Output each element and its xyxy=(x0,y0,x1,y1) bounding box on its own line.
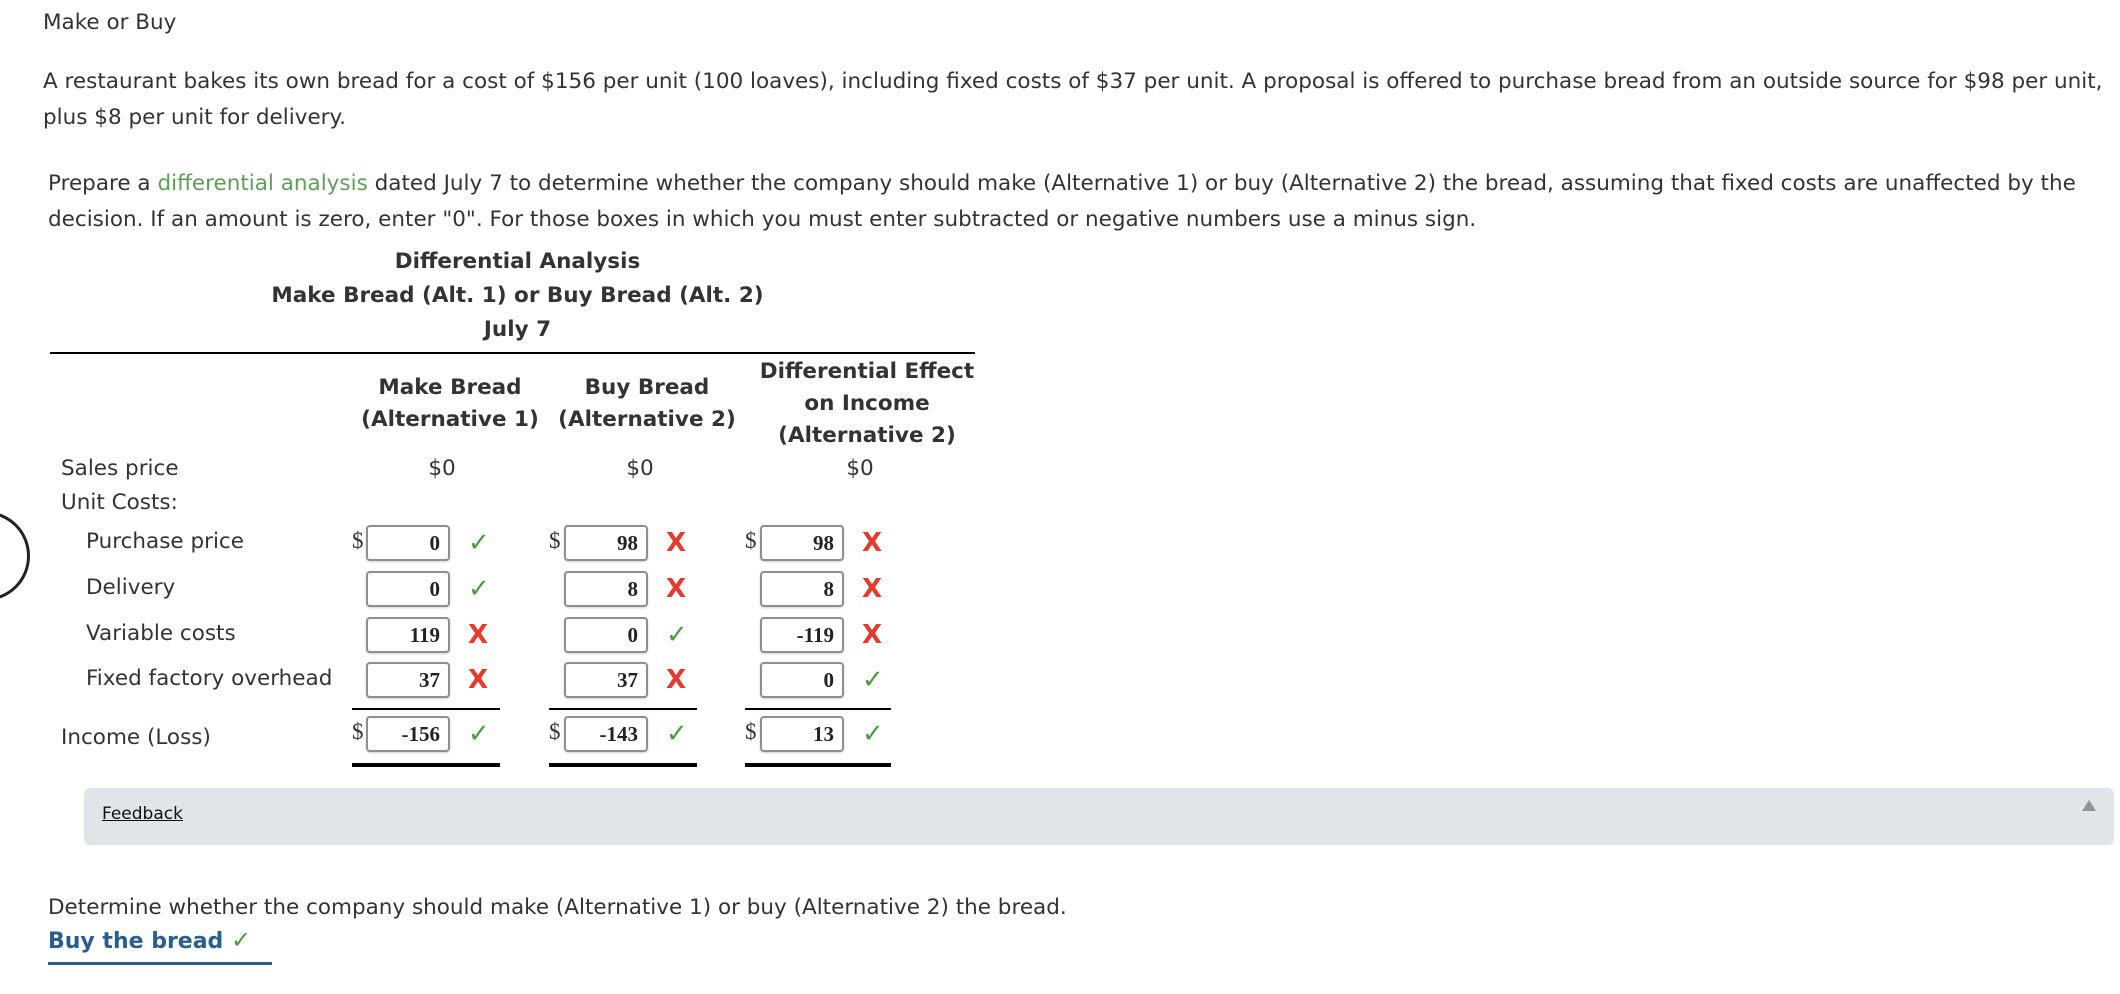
dollar-sign: $ xyxy=(549,528,561,553)
column-header-diff-line1: Differential Effect xyxy=(759,359,975,384)
input-diff[interactable]: -119 xyxy=(760,617,844,653)
income-input-diff[interactable]: 13 xyxy=(760,716,844,752)
input-diff[interactable]: 98 xyxy=(760,525,844,561)
page-title: Make or Buy xyxy=(43,10,177,35)
check-icon: ✓ xyxy=(862,665,884,695)
partial-circle-graphic xyxy=(0,511,30,601)
table-subheading: Make Bread (Alt. 1) or Buy Bread (Alt. 2… xyxy=(271,283,764,308)
decision-answer-underline xyxy=(48,962,272,965)
dollar-sign: $ xyxy=(745,719,757,744)
instructions: Prepare a differential analysis dated Ju… xyxy=(48,166,2108,238)
instructions-prefix: Prepare a xyxy=(48,171,158,196)
check-icon: ✓ xyxy=(468,719,490,749)
column-header-buy-line2: (Alternative 2) xyxy=(558,407,736,432)
x-icon: X xyxy=(666,574,687,604)
x-icon: X xyxy=(862,620,883,650)
total-rule-diff xyxy=(745,763,891,767)
problem-text: A restaurant bakes its own bread for a c… xyxy=(43,69,2103,130)
column-header-buy-line1: Buy Bread xyxy=(584,375,710,400)
subtotal-rule-make xyxy=(352,708,500,710)
input-make[interactable]: 0 xyxy=(366,525,450,561)
input-buy[interactable]: 37 xyxy=(564,662,648,698)
table-date: July 7 xyxy=(483,317,552,342)
subtotal-rule-diff xyxy=(745,708,891,710)
column-header-make: Make Bread (Alternative 1) xyxy=(350,372,550,436)
row-label: Delivery xyxy=(86,575,176,600)
row-label: Purchase price xyxy=(86,529,244,554)
differential-analysis-link[interactable]: differential analysis xyxy=(157,171,367,196)
check-icon: ✓ xyxy=(230,926,252,954)
income-input-make[interactable]: -156 xyxy=(366,716,450,752)
check-icon: ✓ xyxy=(666,620,688,650)
dollar-sign: $ xyxy=(352,719,364,744)
decision-question: Determine whether the company should mak… xyxy=(48,895,1067,920)
check-icon: ✓ xyxy=(862,719,884,749)
x-icon: X xyxy=(666,665,687,695)
sales-price-buy: $0 xyxy=(626,456,654,481)
decision-answer[interactable]: Buy the bread ✓ xyxy=(48,926,251,954)
sales-price-diff: $0 xyxy=(846,456,874,481)
input-make[interactable]: 0 xyxy=(366,571,450,607)
column-header-make-line1: Make Bread xyxy=(378,375,522,400)
triangle-up-icon[interactable] xyxy=(2082,800,2096,811)
income-input-buy[interactable]: -143 xyxy=(564,716,648,752)
row-label: Variable costs xyxy=(86,621,236,646)
input-make[interactable]: 119 xyxy=(366,617,450,653)
x-icon: X xyxy=(862,528,883,558)
input-diff[interactable]: 8 xyxy=(760,571,844,607)
x-icon: X xyxy=(468,665,489,695)
subtotal-rule-buy xyxy=(549,708,697,710)
column-header-differential: Differential Effect on Income (Alternati… xyxy=(752,356,982,452)
column-header-make-line2: (Alternative 1) xyxy=(361,407,539,432)
table-heading: Differential Analysis xyxy=(394,249,641,274)
x-icon: X xyxy=(666,528,687,558)
row-label-unit-costs: Unit Costs: xyxy=(61,490,178,515)
check-icon: ✓ xyxy=(468,528,490,558)
dollar-sign: $ xyxy=(745,528,757,553)
feedback-panel: Feedback xyxy=(84,788,2114,845)
row-label-income: Income (Loss) xyxy=(61,725,211,750)
table-top-rule xyxy=(50,352,975,354)
check-icon: ✓ xyxy=(666,719,688,749)
input-diff[interactable]: 0 xyxy=(760,662,844,698)
column-header-diff-line3: (Alternative 2) xyxy=(778,423,956,448)
input-buy[interactable]: 8 xyxy=(564,571,648,607)
total-rule-make xyxy=(352,763,500,767)
row-label: Fixed factory overhead xyxy=(86,666,333,691)
check-icon: ✓ xyxy=(468,574,490,604)
total-rule-buy xyxy=(549,763,697,767)
feedback-link[interactable]: Feedback xyxy=(102,804,183,824)
dollar-sign: $ xyxy=(549,719,561,744)
input-make[interactable]: 37 xyxy=(366,662,450,698)
sales-price-make: $0 xyxy=(428,456,456,481)
column-header-diff-line2: on Income xyxy=(804,391,930,416)
x-icon: X xyxy=(862,574,883,604)
x-icon: X xyxy=(468,620,489,650)
column-header-buy: Buy Bread (Alternative 2) xyxy=(547,372,747,436)
row-label-sales-price: Sales price xyxy=(61,456,179,481)
input-buy[interactable]: 0 xyxy=(564,617,648,653)
input-buy[interactable]: 98 xyxy=(564,525,648,561)
decision-answer-text: Buy the bread xyxy=(48,929,224,954)
dollar-sign: $ xyxy=(352,528,364,553)
